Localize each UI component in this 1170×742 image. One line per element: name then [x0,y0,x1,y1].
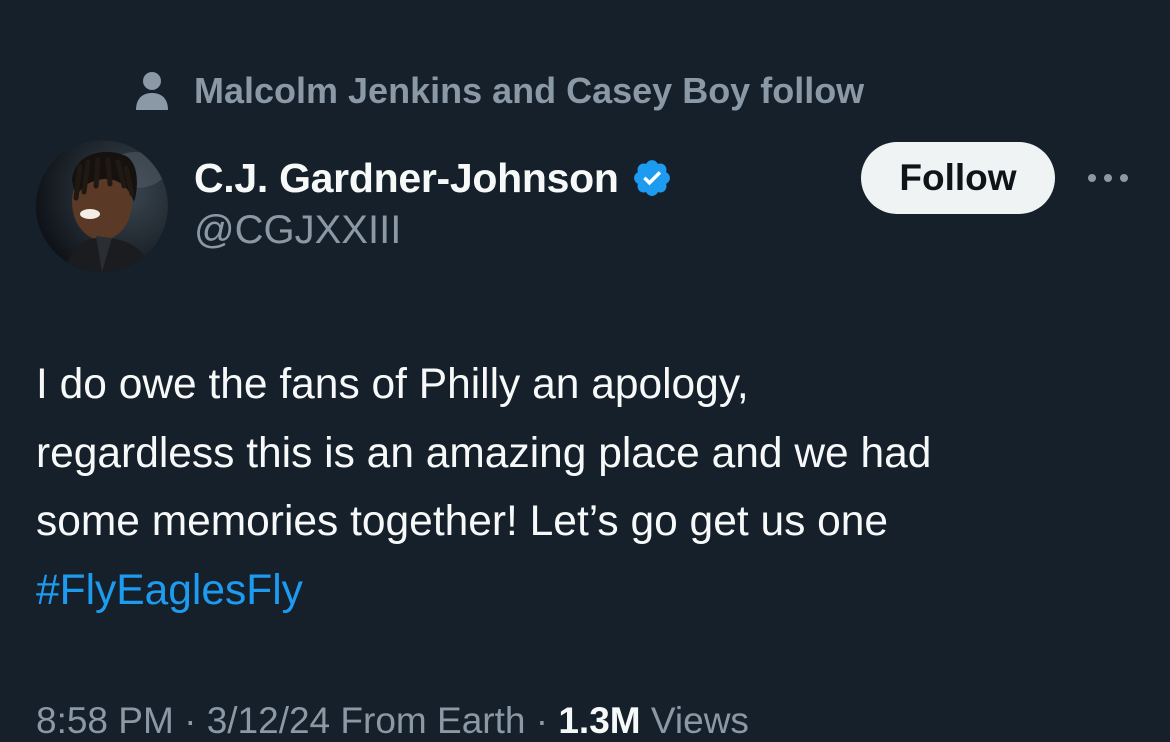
avatar-image [36,140,168,272]
follow-button[interactable]: Follow [861,142,1055,214]
tweet-source: From Earth [340,700,526,741]
views-count[interactable]: 1.3M [558,700,640,741]
tweet-text: I do owe the fans of Philly an apology, … [36,351,1146,625]
author-handle[interactable]: @CGJXXIII [194,208,401,253]
tweet-text-line: I do owe the fans of Philly an apology, [36,361,749,408]
tweet-metadata: 8:58 PM · 3/12/24 From Earth · 1.3M View… [36,700,749,742]
avatar[interactable] [36,140,168,272]
more-horizontal-icon [1088,174,1128,182]
meta-separator: · [184,700,197,741]
author-display-name[interactable]: C.J. Gardner-Johnson [194,155,619,202]
social-context-text: Malcolm Jenkins and Casey Boy follow [194,70,865,111]
tweet-text-line: some memories together! Let’s go get us … [36,498,889,545]
tweet-time[interactable]: 8:58 PM [36,700,174,741]
hashtag-link[interactable]: #FlyEaglesFly [36,557,1146,626]
tweet-text-line: regardless this is an amazing place and … [36,429,932,477]
tweet-date[interactable]: 3/12/24 [207,700,330,741]
person-icon [136,72,168,110]
more-options-button[interactable] [1084,160,1132,196]
meta-separator: · [535,700,549,741]
verified-badge-icon[interactable] [631,157,673,199]
author-name-row[interactable]: C.J. Gardner-Johnson [194,152,673,204]
social-context[interactable]: Malcolm Jenkins and Casey Boy follow [134,68,864,114]
views-label: Views [650,700,749,741]
